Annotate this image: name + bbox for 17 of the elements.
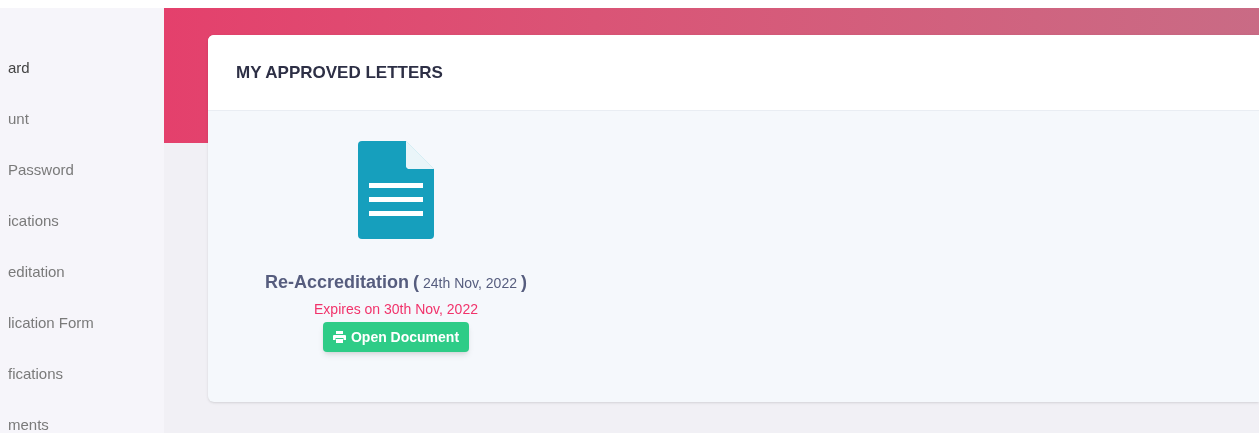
sidebar-item[interactable]: editation [8, 262, 164, 282]
sidebar-item[interactable]: ications [8, 211, 164, 231]
letter-date: 24th Nov, 2022 [423, 274, 517, 293]
sidebar-item[interactable]: ments [8, 415, 164, 433]
parenthesis: ) [520, 271, 527, 294]
parenthesis: ( [413, 271, 420, 294]
printer-icon [332, 331, 346, 343]
expiry-date: Expires on 30th Nov, 2022 [314, 300, 478, 319]
letter-title: Re-Accreditation [265, 271, 410, 294]
document-icon [358, 141, 434, 239]
card-title: MY APPROVED LETTERS [236, 61, 443, 84]
sidebar-item[interactable]: unt [8, 109, 164, 129]
sidebar-item[interactable]: ard [8, 58, 164, 78]
sidebar-item[interactable]: Password [8, 160, 164, 180]
sidebar-item[interactable]: fications [8, 364, 164, 384]
sidebar-item[interactable]: lication Form [8, 313, 164, 333]
open-document-button[interactable]: Open Document [322, 322, 470, 352]
